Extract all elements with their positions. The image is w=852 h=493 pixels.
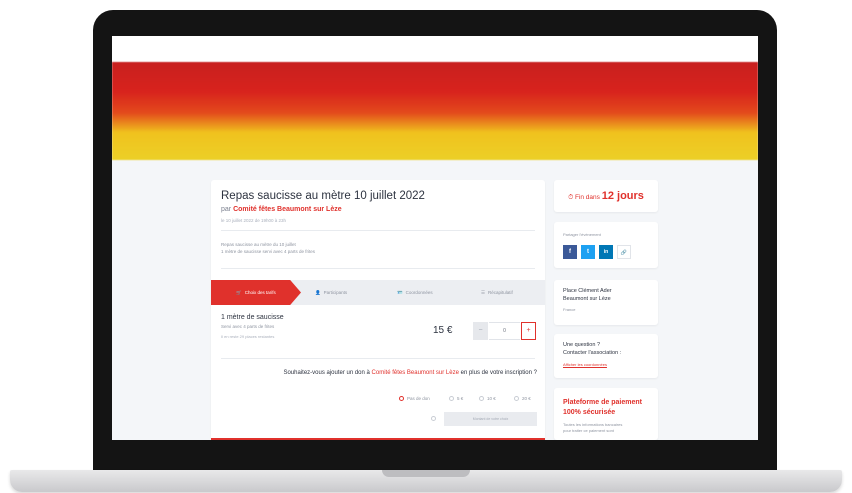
description-line: 1 mètre de saucisse servi avec 4 parts d… [221,249,316,254]
place-card: Place Clément Ader Beaumont sur Lèze Fra… [554,280,658,325]
tab-label: Participants [323,290,348,295]
donation-suffix: en plus de votre inscription ? [460,370,537,376]
laptop-mockup: Repas saucisse au mètre 10 juillet 2022 … [0,0,852,493]
tab-label: Choix des tarifs [244,290,276,295]
tab-label: Coordonnées [405,290,433,295]
option-label: Pas de don [407,395,430,401]
link-icon[interactable]: 🔗 [617,245,631,259]
event-date: le 10 juillet 2022 de 19h00 à 23h [221,218,287,223]
person-icon: 👤 [315,289,321,295]
radio-icon [449,395,454,401]
place-line: Beaumont sur Lèze [563,296,611,302]
question-title: Une question ? [563,342,600,348]
payment-line: Plateforme de paiement [563,399,642,406]
user-card-icon: 🪪 [397,289,403,295]
donation-option-5[interactable]: 5 € [449,394,463,402]
donation-question: Souhaitez-vous ajouter un don à Comité f… [221,369,537,378]
tab-recapitulatif[interactable]: ☰ Récapitulatif [481,280,513,305]
payment-line: 100% sécurisée [563,409,616,416]
show-contact-link[interactable]: Afficher les coordonnées [563,362,607,367]
event-title: Repas saucisse au mètre 10 juillet 2022 [221,190,425,202]
custom-amount-input[interactable]: Montant de votre choix [444,412,537,426]
place-country: France [563,307,576,312]
place-line: Place Clément Ader [563,288,612,294]
by-prefix: par [221,206,232,213]
radio-icon [479,395,484,401]
divider [221,268,535,269]
ticket-price: 15 € [433,325,453,336]
organizer-link[interactable]: Comité fêtes Beaumont sur Lèze [233,206,342,213]
tab-participants[interactable]: 👤 Participants [315,280,347,305]
option-label: 5 € [457,395,464,401]
list-icon: ☰ [481,289,486,295]
donation-custom-radio[interactable] [431,416,436,421]
option-label: 10 € [487,395,496,401]
laptop-notch [382,470,470,477]
clock-icon: ⏱ [568,194,574,201]
card-footer-bar [211,438,545,440]
increase-quantity-button[interactable]: + [521,322,536,340]
ticket-remaining: Il en reste 29 places restantes [221,334,275,339]
steps-tabs: 🛒 Choix des tarifs 👤 Participants 🪪 Coor… [211,280,545,305]
donation-option-none[interactable]: Pas de don [399,394,430,402]
payment-card: Plateforme de paiement 100% sécurisée To… [554,388,658,440]
countdown-value: 12 jours [601,190,644,202]
payment-desc: pour traiter ce paiement sont [563,428,614,433]
event-description: Repas saucisse au mètre du 10 juillet 1 … [221,241,315,255]
event-card: Repas saucisse au mètre 10 juillet 2022 … [211,180,545,440]
divider [221,358,535,359]
option-label: 20 € [522,395,531,401]
event-organizer-line: par Comité fêtes Beaumont sur Lèze [221,206,342,213]
donation-organizer-link[interactable]: Comité fêtes Beaumont sur Lèze [372,370,459,376]
donation-option-20[interactable]: 20 € [514,394,531,402]
payment-title: Plateforme de paiement 100% sécurisée [563,398,642,418]
facebook-icon[interactable]: f [563,245,577,259]
cart-icon: 🛒 [236,289,242,295]
countdown: ⏱ Fin dans 12 jours [554,190,658,202]
countdown-prefix: Fin dans [574,194,600,201]
countdown-card: ⏱ Fin dans 12 jours [554,180,658,212]
donation-option-10[interactable]: 10 € [479,394,496,402]
tab-label: Récapitulatif [488,290,513,295]
donation-prefix: Souhaitez-vous ajouter un don à [283,370,370,376]
event-banner [112,62,758,160]
quantity-stepper: − 0 + [473,322,537,340]
share-card: Partager l'événement f t in 🔗 [554,222,658,268]
site-header [112,36,758,62]
divider [221,230,535,231]
description-line: Repas saucisse au mètre du 10 juillet [221,242,296,247]
tab-choix-des-tarifs[interactable]: 🛒 Choix des tarifs [211,280,301,305]
radio-icon [514,395,519,401]
decrease-quantity-button[interactable]: − [473,322,488,340]
tab-coordonnees[interactable]: 🪪 Coordonnées [397,280,433,305]
ticket-name: 1 mètre de saucisse [221,314,284,321]
ticket-subtitle: Servi avec 4 parts de frites [221,324,275,329]
question-subtitle: Contacter l'association : [563,350,622,356]
laptop-screen: Repas saucisse au mètre 10 juillet 2022 … [112,36,758,440]
quantity-input[interactable]: 0 [489,322,520,340]
share-label: Partager l'événement [563,232,601,237]
twitter-icon[interactable]: t [581,245,595,259]
question-card: Une question ? Contacter l'association :… [554,334,658,378]
linkedin-icon[interactable]: in [599,245,613,259]
radio-selected-icon [399,395,404,401]
